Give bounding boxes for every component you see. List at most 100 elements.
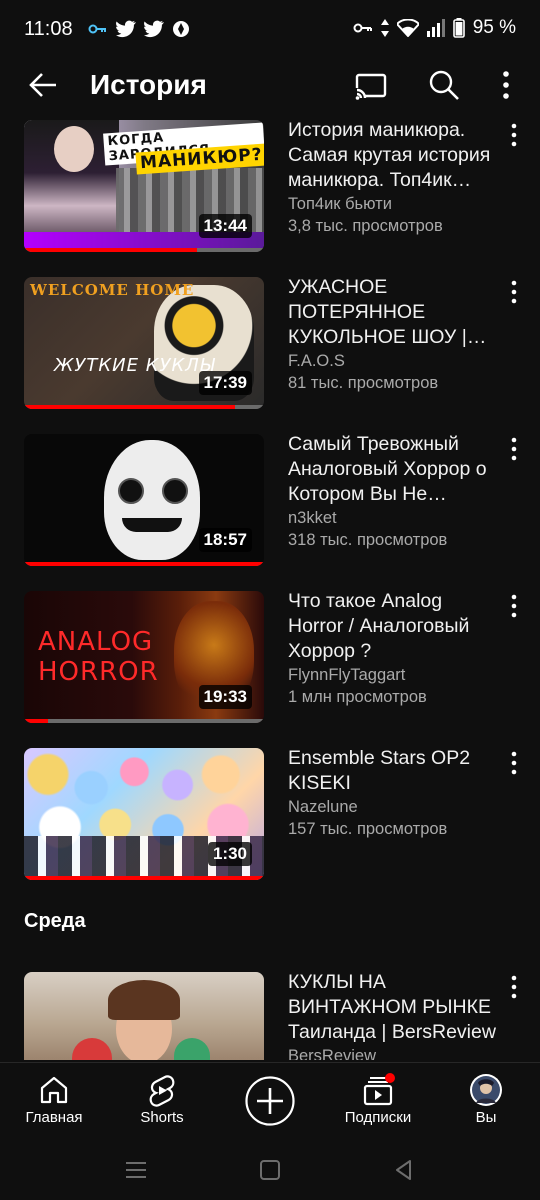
home-button-icon[interactable] xyxy=(258,1158,282,1182)
channel-name: F.A.O.S xyxy=(288,352,345,370)
video-item[interactable]: КУКЛЫ НА ВИНТАЖНОМ РЫНКЕ Таиланда | Bers… xyxy=(0,966,540,1060)
video-title[interactable]: Что такое Analog Horror / Аналоговый Хор… xyxy=(288,589,500,664)
data-transfer-icon xyxy=(380,19,389,37)
video-info[interactable]: Ensemble Stars OP2 KISEKI Nazelune 157 т… xyxy=(288,746,500,840)
video-thumbnail[interactable]: 1:30 xyxy=(24,748,264,880)
nav-you-label: Вы xyxy=(475,1109,497,1126)
video-item[interactable]: КОГДА ЗАРОДИЛСЯ МАНИКЮР? 13:44 История м… xyxy=(0,114,540,254)
recents-icon[interactable] xyxy=(124,1158,148,1182)
watch-progress-bar xyxy=(24,719,264,723)
twitter-icon xyxy=(144,20,164,38)
video-item[interactable]: 1:30 Ensemble Stars OP2 KISEKI Nazelune … xyxy=(0,742,540,882)
video-info[interactable]: УЖАСНОЕ ПОТЕРЯННОЕ КУКОЛЬНОЕ ШОУ | Welco… xyxy=(288,275,500,394)
nav-shorts[interactable]: Shorts xyxy=(112,1063,212,1145)
watch-progress-bar xyxy=(24,248,264,252)
watch-progress-bar xyxy=(24,405,264,409)
watch-progress-bar xyxy=(24,562,264,566)
thumbnail-caption: HORROR xyxy=(38,657,159,687)
app-notification-icon xyxy=(173,21,189,37)
page-title: История xyxy=(90,69,207,100)
thumbnail-caption: ANALOG xyxy=(38,627,154,657)
video-info[interactable]: Что такое Analog Horror / Аналоговый Хор… xyxy=(288,589,500,708)
watch-progress-fill xyxy=(24,248,197,252)
video-menu-icon[interactable] xyxy=(504,279,524,305)
watch-progress-bar xyxy=(24,876,264,880)
nav-subscriptions-label: Подписки xyxy=(344,1109,412,1126)
watch-progress-fill xyxy=(24,876,264,880)
thumbnail-caption: WELCOME HOME xyxy=(30,281,195,299)
create-plus-icon[interactable] xyxy=(244,1075,296,1127)
back-button-icon[interactable] xyxy=(392,1158,416,1182)
video-menu-icon[interactable] xyxy=(504,122,524,148)
nav-home-label: Главная xyxy=(25,1109,83,1126)
view-count: 1 млн просмотров xyxy=(288,688,427,706)
video-duration: 13:44 xyxy=(198,214,252,238)
vpn-key-icon xyxy=(353,23,372,33)
video-menu-icon[interactable] xyxy=(504,436,524,462)
video-info[interactable]: КУКЛЫ НА ВИНТАЖНОМ РЫНКЕ Таиланда | Bers… xyxy=(288,970,500,1060)
view-count: 318 тыс. просмотров xyxy=(288,531,448,549)
video-menu-icon[interactable] xyxy=(504,974,524,1000)
video-info[interactable]: История маникюра. Самая крутая история м… xyxy=(288,118,500,237)
video-menu-icon[interactable] xyxy=(504,750,524,776)
notification-icons xyxy=(88,20,190,38)
channel-name: Топ4ик бьюти xyxy=(288,195,392,213)
back-arrow-icon[interactable] xyxy=(26,68,60,102)
video-menu-icon[interactable] xyxy=(504,593,524,619)
search-icon[interactable] xyxy=(428,69,460,101)
nav-shorts-label: Shorts xyxy=(140,1109,184,1126)
history-list[interactable]: КОГДА ЗАРОДИЛСЯ МАНИКЮР? 13:44 История м… xyxy=(0,114,540,1060)
nav-home[interactable]: Главная xyxy=(4,1063,104,1145)
battery-icon xyxy=(452,18,465,38)
video-duration: 1:30 xyxy=(207,842,252,866)
app-bar: История xyxy=(0,60,540,114)
view-count: 81 тыс. просмотров xyxy=(288,374,439,392)
channel-name: n3kket xyxy=(288,509,337,527)
battery-level: 95 % xyxy=(472,17,516,38)
nav-subscriptions[interactable]: Подписки xyxy=(328,1063,428,1145)
subscriptions-icon xyxy=(363,1073,395,1106)
shorts-icon xyxy=(149,1075,175,1107)
watch-progress-fill xyxy=(24,405,236,409)
video-title[interactable]: Самый Тревожный Аналоговый Хоррор о Кото… xyxy=(288,432,500,507)
video-info[interactable]: Самый Тревожный Аналоговый Хоррор о Кото… xyxy=(288,432,500,551)
video-title[interactable]: Ensemble Stars OP2 KISEKI xyxy=(288,746,500,796)
cast-icon[interactable] xyxy=(355,70,387,102)
video-item[interactable]: ANALOG HORROR 19:33 Что такое Analog Hor… xyxy=(0,585,540,725)
video-thumbnail[interactable]: 18:57 xyxy=(24,434,264,566)
signal-icon xyxy=(426,19,445,37)
section-header: Среда xyxy=(24,910,86,932)
video-duration: 17:39 xyxy=(198,371,252,395)
video-item[interactable]: 18:57 Самый Тревожный Аналоговый Хоррор … xyxy=(0,428,540,568)
status-time: 11:08 xyxy=(24,18,73,40)
video-title[interactable]: КУКЛЫ НА ВИНТАЖНОМ РЫНКЕ Таиланда | Bers… xyxy=(288,970,500,1045)
video-title[interactable]: УЖАСНОЕ ПОТЕРЯННОЕ КУКОЛЬНОЕ ШОУ | Welco… xyxy=(288,275,500,350)
avatar-icon xyxy=(470,1074,502,1106)
video-item[interactable]: WELCOME HOME ЖУТКИЕ КУКЛЫ 17:39 УЖАСНОЕ … xyxy=(0,271,540,411)
home-icon xyxy=(40,1076,68,1104)
twitter-icon xyxy=(116,20,136,38)
view-count: 157 тыс. просмотров xyxy=(288,820,448,838)
video-thumbnail[interactable]: ANALOG HORROR 19:33 xyxy=(24,591,264,723)
video-thumbnail[interactable]: КОГДА ЗАРОДИЛСЯ МАНИКЮР? 13:44 xyxy=(24,120,264,252)
bottom-navigation: Главная Shorts Подписки Вы xyxy=(0,1062,540,1145)
channel-name: Nazelune xyxy=(288,798,358,816)
channel-name: FlynnFlyTaggart xyxy=(288,666,406,684)
status-right: 95 % xyxy=(353,17,516,39)
watch-progress-fill xyxy=(24,719,48,723)
nav-you[interactable]: Вы xyxy=(436,1063,536,1145)
video-thumbnail[interactable]: WELCOME HOME ЖУТКИЕ КУКЛЫ 17:39 xyxy=(24,277,264,409)
view-count: 3,8 тыс. просмотров xyxy=(288,217,443,235)
wifi-icon xyxy=(396,19,419,37)
video-duration: 19:33 xyxy=(198,685,252,709)
system-navigation-bar xyxy=(0,1144,540,1200)
key-icon xyxy=(88,24,106,34)
watch-progress-fill xyxy=(24,562,264,566)
video-title[interactable]: История маникюра. Самая крутая история м… xyxy=(288,118,500,193)
video-thumbnail[interactable] xyxy=(24,972,264,1060)
more-options-icon[interactable] xyxy=(494,69,518,101)
thumbnail-caption: ЖУТКИЕ КУКЛЫ xyxy=(54,355,216,376)
channel-name: BersReview xyxy=(288,1047,377,1060)
video-duration: 18:57 xyxy=(198,528,252,552)
status-bar: 11:08 95 % xyxy=(0,0,540,60)
